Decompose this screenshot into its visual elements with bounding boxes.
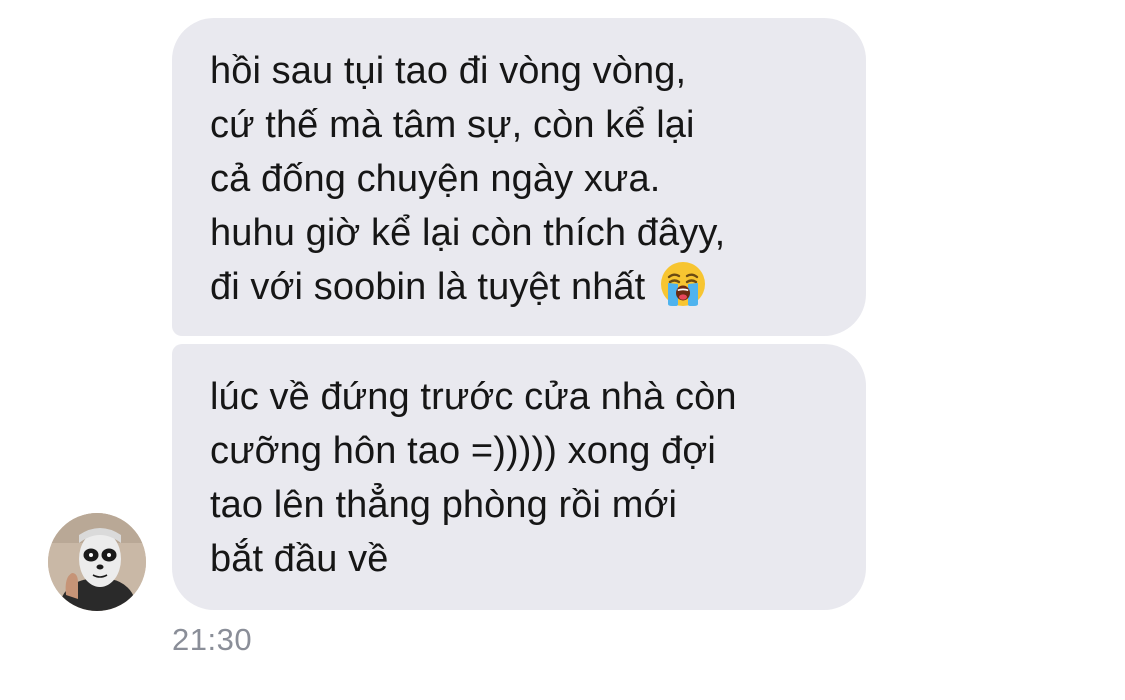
message-text-line-with-emoji: đi với soobin là tuyệt nhất <box>210 260 836 314</box>
message-text-fragment: đi với soobin là tuyệt nhất <box>210 266 646 308</box>
message-timestamp: 21:30 <box>172 622 253 657</box>
message-text-line: bắt đầu về <box>210 538 389 580</box>
message-text-line: cả đống chuyện ngày xưa. <box>210 158 661 200</box>
message-text-line: cưỡng hôn tao =))))) xong đợi <box>210 430 716 472</box>
chat-screen: hồi sau tụi tao đi vòng vòng, cứ thế mà … <box>0 0 1125 700</box>
avatar[interactable] <box>48 513 146 611</box>
message-bubble[interactable]: hồi sau tụi tao đi vòng vòng, cứ thế mà … <box>172 18 866 336</box>
message-text-line: tao lên thẳng phòng rồi mới <box>210 484 678 526</box>
message-text-line: hồi sau tụi tao đi vòng vòng, <box>210 50 687 92</box>
message-bubble[interactable]: lúc về đứng trước cửa nhà còn cưỡng hôn … <box>172 344 866 610</box>
loudly-crying-face-icon <box>661 262 706 306</box>
avatar-photo <box>48 513 146 611</box>
message-text-line: huhu giờ kể lại còn thích đâyy, <box>210 212 726 254</box>
message-text-line: lúc về đứng trước cửa nhà còn <box>210 376 737 418</box>
message-text-line: cứ thế mà tâm sự, còn kể lại <box>210 104 695 146</box>
